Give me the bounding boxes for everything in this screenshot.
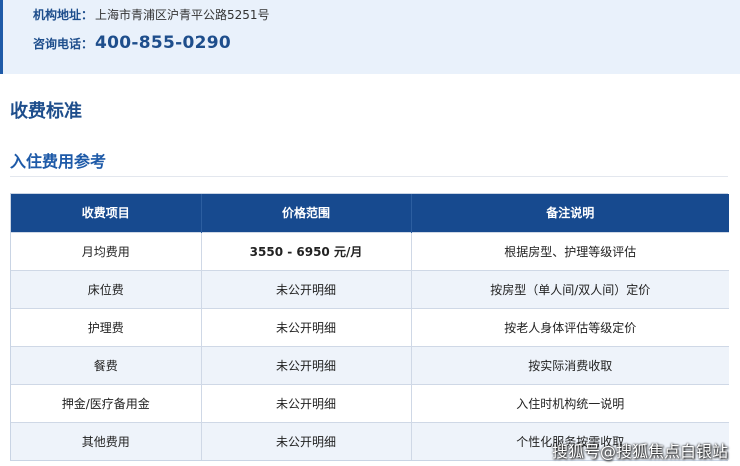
cell-price: 未公开明细 bbox=[201, 383, 412, 422]
cell-note: 入住时机构统一说明 bbox=[411, 383, 729, 422]
phone-number[interactable]: 400-855-0290 bbox=[95, 33, 231, 53]
address-label: 机构地址： bbox=[33, 8, 94, 22]
table-row: 餐费 未公开明细 按实际消费收取 bbox=[11, 345, 729, 384]
address-line: 机构地址： 上海市青浦区沪青平公路5251号 bbox=[33, 6, 270, 23]
fee-table: 收费项目 价格范围 备注说明 月均费用 3550 - 6950 元/月 根据房型… bbox=[10, 193, 729, 461]
cell-item: 餐费 bbox=[11, 345, 202, 384]
cell-note: 按房型（单人间/双人间）定价 bbox=[411, 269, 729, 308]
header-item: 收费项目 bbox=[11, 194, 202, 232]
table-row: 押金/医疗备用金 未公开明细 入住时机构统一说明 bbox=[11, 383, 729, 422]
cell-item: 押金/医疗备用金 bbox=[11, 383, 202, 422]
table-row: 护理费 未公开明细 按老人身体评估等级定价 bbox=[11, 307, 729, 346]
phone-line: 咨询电话： 400-855-0290 bbox=[33, 33, 231, 53]
cell-item: 月均费用 bbox=[11, 231, 202, 270]
header-price: 价格范围 bbox=[201, 194, 412, 232]
cell-price: 未公开明细 bbox=[201, 307, 412, 346]
cell-note: 根据房型、护理等级评估 bbox=[411, 231, 729, 270]
contact-info-box: 机构地址： 上海市青浦区沪青平公路5251号 咨询电话： 400-855-029… bbox=[0, 0, 740, 74]
cell-price: 未公开明细 bbox=[201, 345, 412, 384]
header-note: 备注说明 bbox=[411, 194, 729, 232]
table-header-row: 收费项目 价格范围 备注说明 bbox=[11, 194, 729, 232]
cell-price: 未公开明细 bbox=[201, 421, 412, 460]
section-title: 收费标准 bbox=[10, 101, 82, 122]
watermark-text: 搜狐号@搜狐焦点白银站 bbox=[551, 442, 728, 461]
cell-item: 床位费 bbox=[11, 269, 202, 308]
cell-price: 3550 - 6950 元/月 bbox=[201, 231, 412, 270]
cell-note: 按实际消费收取 bbox=[411, 345, 729, 384]
table-row: 月均费用 3550 - 6950 元/月 根据房型、护理等级评估 bbox=[11, 231, 729, 270]
table-row: 床位费 未公开明细 按房型（单人间/双人间）定价 bbox=[11, 269, 729, 308]
cell-note: 按老人身体评估等级定价 bbox=[411, 307, 729, 346]
address-value: 上海市青浦区沪青平公路5251号 bbox=[95, 8, 270, 22]
cell-item: 其他费用 bbox=[11, 421, 202, 460]
subsection-title: 入住费用参考 bbox=[10, 152, 107, 171]
cell-price: 未公开明细 bbox=[201, 269, 412, 308]
subsection-divider bbox=[10, 176, 728, 177]
cell-item: 护理费 bbox=[11, 307, 202, 346]
phone-label: 咨询电话： bbox=[33, 37, 94, 51]
